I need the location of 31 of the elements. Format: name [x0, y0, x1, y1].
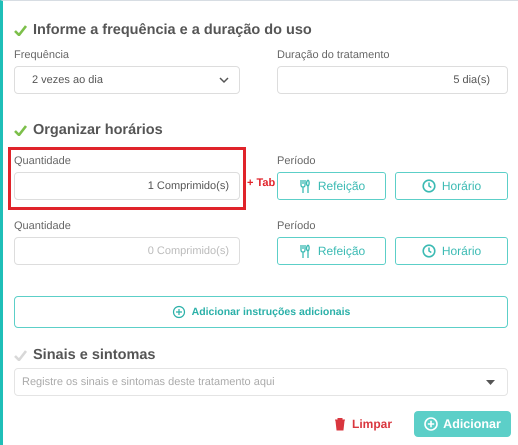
select-field[interactable]: 2 vezes ao dia	[14, 66, 240, 94]
section-title: Organizar horários	[33, 121, 163, 139]
clock-icon	[422, 244, 436, 258]
field-label: Quantidade	[14, 155, 71, 168]
field-label: Frequência	[14, 49, 70, 62]
field-label: Período	[277, 155, 316, 168]
field-label: Duração do tratamento	[277, 49, 390, 62]
plus-circle-icon	[172, 305, 186, 319]
fork-knife-icon	[298, 179, 312, 193]
add-instructions-button[interactable]: Adicionar instruções adicionais	[14, 296, 508, 328]
clock-icon	[422, 179, 436, 193]
add-button[interactable]: Adicionar	[414, 411, 511, 437]
fork-knife-icon	[298, 244, 312, 258]
meal-button[interactable]: Refeição	[277, 172, 386, 200]
plus-circle-icon	[424, 417, 438, 431]
section-title: Informe a frequência e a duração do uso	[33, 21, 312, 39]
input-field[interactable]: 1 Comprimido(s)	[14, 172, 240, 200]
time-button[interactable]: Horário	[395, 237, 508, 265]
caret-down-icon	[486, 380, 495, 384]
section-title: Sinais e sintomas	[33, 346, 156, 364]
time-button[interactable]: Horário	[395, 172, 508, 200]
symptoms-select[interactable]: Registre os sinais e sintomas deste tratamento aqui	[14, 368, 508, 396]
clear-button[interactable]: Limpar	[332, 417, 392, 431]
field-label: Quantidade	[14, 220, 71, 233]
field-label: Período	[277, 220, 316, 233]
trash-icon	[332, 417, 347, 431]
meal-button[interactable]: Refeição	[277, 237, 386, 265]
chevron-down-icon	[219, 76, 229, 84]
annotation-text: + Tab	[247, 177, 276, 189]
input-field[interactable]: 5 dia(s)	[277, 66, 508, 94]
input-field[interactable]: 0 Comprimido(s)	[14, 237, 240, 265]
